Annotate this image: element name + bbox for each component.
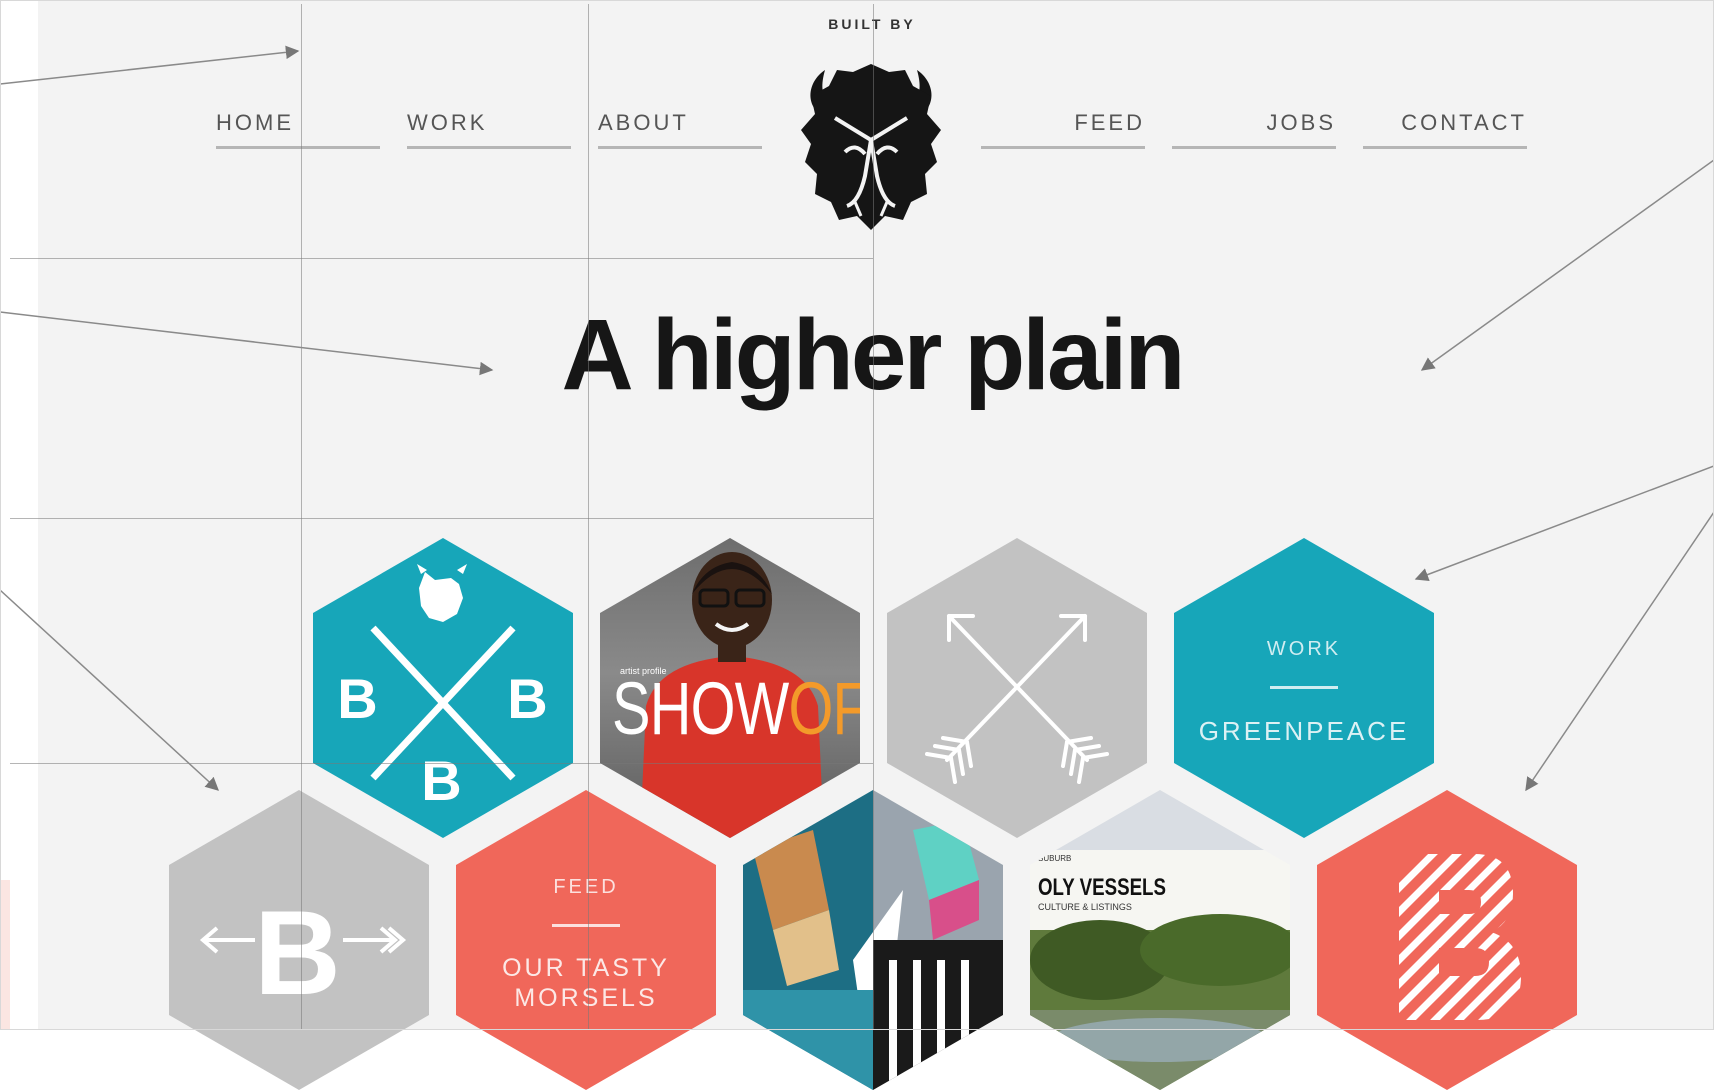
tile-back-letter: B — [254, 886, 344, 1020]
tile-striped-b[interactable] — [1317, 790, 1577, 1090]
nav-jobs-link[interactable]: JOBS — [1172, 106, 1336, 150]
tile-work-client: GREENPEACE — [1198, 716, 1410, 746]
nav-home-link[interactable]: HOME — [216, 106, 380, 150]
tile-feed-tagline-1: OUR TASTY — [502, 954, 670, 982]
nav-about-label: ABOUT — [598, 110, 689, 135]
nav-contact-underline — [1363, 146, 1527, 149]
left-margin — [0, 0, 38, 1030]
nav-contact-label: CONTACT — [1401, 110, 1527, 135]
tile-feed-tagline-2: MORSELS — [514, 984, 658, 1012]
hero-title: A higher plain — [561, 299, 1186, 411]
tile-work-rule — [1270, 686, 1338, 689]
nav-feed-link[interactable]: FEED — [981, 106, 1145, 150]
tile-feed-bg — [456, 790, 716, 1090]
tile-back[interactable]: B — [169, 790, 429, 1090]
tile-feed-rule — [552, 924, 620, 927]
tile-feed-label: FEED — [553, 876, 619, 898]
tile-work-label: WORK — [1266, 638, 1342, 660]
bison-head-icon — [801, 64, 941, 230]
left-margin-tint — [0, 880, 10, 1030]
tile-arrows[interactable] — [887, 538, 1147, 838]
striped-b-icon — [1399, 854, 1521, 1020]
tile-work-greenpeace[interactable]: WORK GREENPEACE — [1174, 538, 1434, 838]
magazine-cover-image — [1030, 790, 1290, 1090]
tile-bbb-letter-right: B — [507, 667, 551, 730]
bison-logo-link[interactable] — [785, 56, 957, 232]
nav-jobs-label: JOBS — [1266, 110, 1336, 135]
nav-about-underline — [598, 146, 762, 149]
nav-feed-underline — [981, 146, 1145, 149]
tile-magazine-sub: CULTURE & LISTINGS — [1038, 902, 1132, 912]
nav-work-link[interactable]: WORK — [407, 106, 571, 150]
tile-showoff-title: SHOWOFF — [612, 666, 860, 751]
nav-feed-label: FEED — [1074, 110, 1145, 135]
tile-collage[interactable] — [743, 790, 1003, 1090]
collage-image — [743, 790, 1003, 1090]
nav-contact-link[interactable]: CONTACT — [1363, 106, 1527, 150]
tile-magazine-strap: SUBURB — [1038, 854, 1072, 863]
nav-work-underline — [407, 146, 571, 149]
nav-home-underline — [216, 146, 380, 149]
tile-showoff-word-show: SHOW — [612, 667, 789, 750]
tile-magazine-headline: OLY VESSELS — [1038, 874, 1166, 901]
tile-showoff[interactable]: artist profile SHOWOFF — [600, 538, 860, 838]
nav-jobs-underline — [1172, 146, 1336, 149]
built-by-label: BUILT BY — [828, 16, 916, 32]
nav-about-link[interactable]: ABOUT — [598, 106, 762, 150]
tile-showoff-word-off: OFF — [788, 667, 860, 750]
guide-line-h2 — [10, 518, 873, 519]
nav-home-label: HOME — [216, 110, 294, 135]
tile-bbb[interactable]: B B B — [313, 538, 573, 838]
tile-feed[interactable]: FEED OUR TASTY MORSELS — [456, 790, 716, 1090]
guide-line-h1 — [10, 258, 873, 259]
tile-bbb-letter-bottom: B — [421, 749, 465, 812]
crossed-arrows-icon — [925, 614, 1109, 784]
nav-work-label: WORK — [407, 110, 488, 135]
page-canvas: BUILT BY HOME WORK ABOUT FEED JOBS CONTA… — [0, 0, 1714, 1090]
tile-magazine[interactable]: SUBURB OLY VESSELS CULTURE & LISTINGS — [1030, 790, 1290, 1090]
